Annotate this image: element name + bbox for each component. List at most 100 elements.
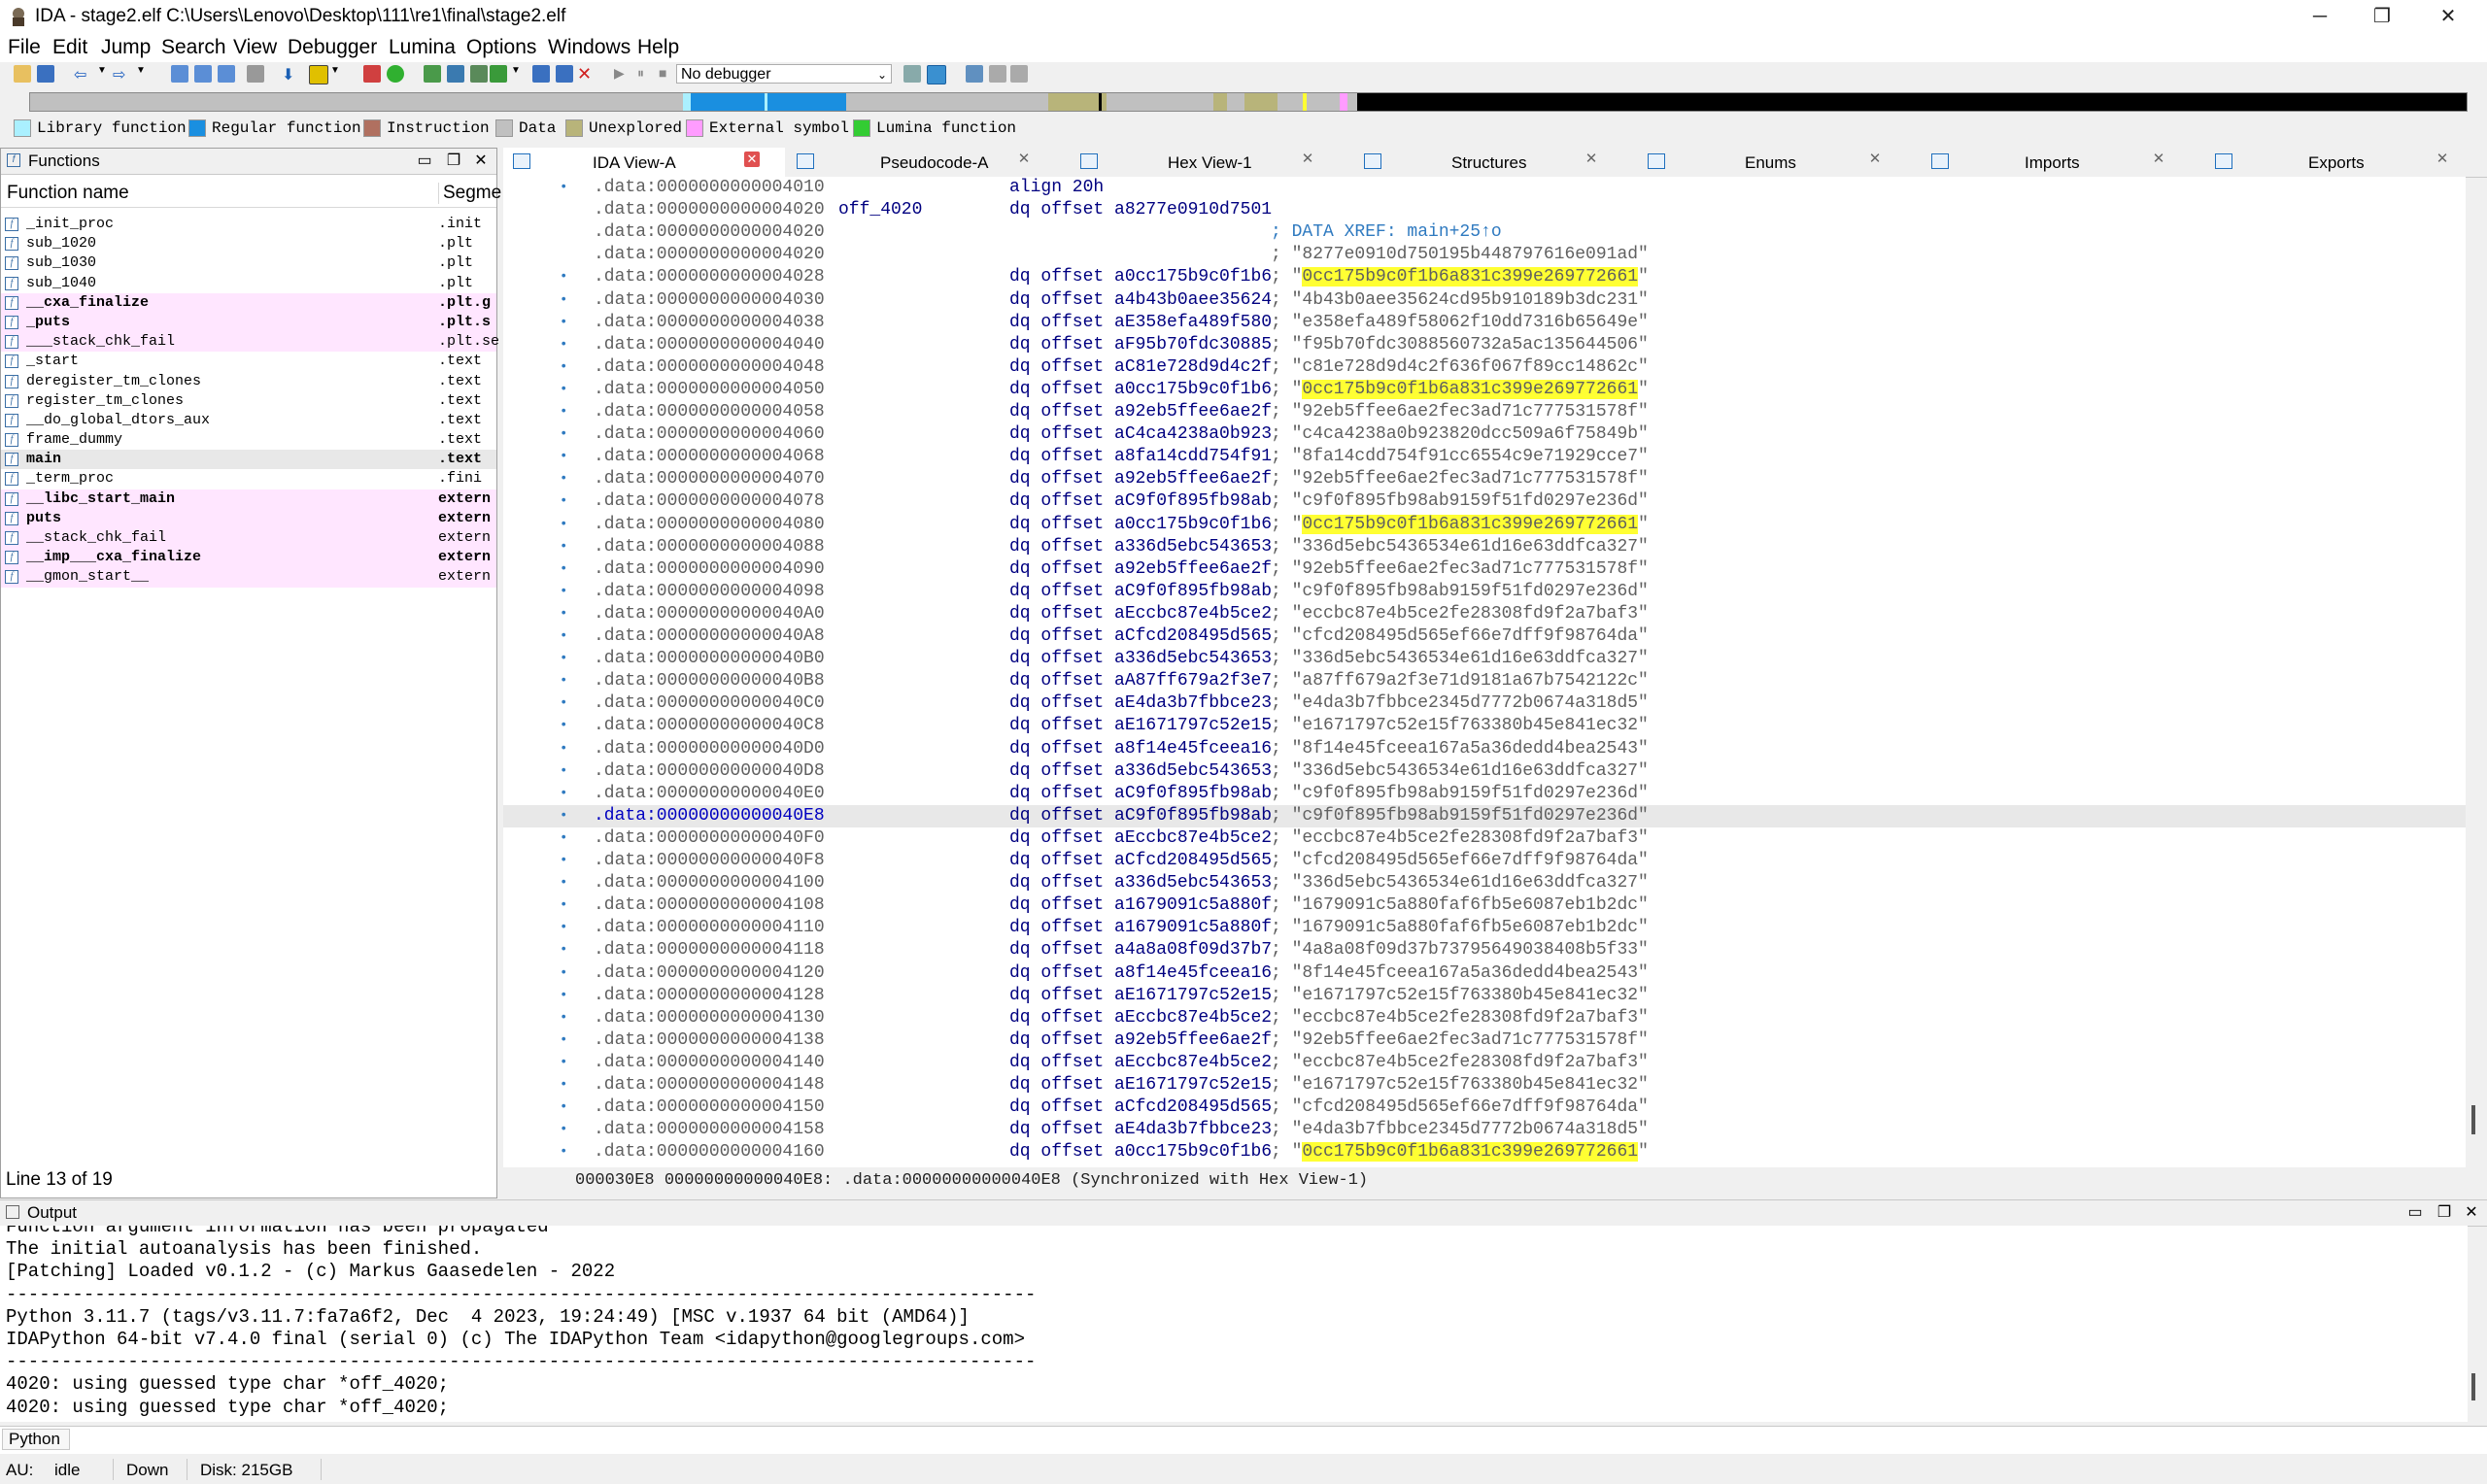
- disasm-line[interactable]: • .data:0000000000004088 dq offset a336d5e…: [503, 536, 2466, 558]
- disasm-instruction[interactable]: align 20h: [1009, 177, 1104, 199]
- disasm-line[interactable]: • .data:00000000000040C0 dq offset aE4da3b…: [503, 692, 2466, 715]
- strings-window-icon[interactable]: [470, 65, 488, 83]
- close-tab-icon[interactable]: ✕: [2151, 152, 2166, 167]
- disasm-instruction[interactable]: dq offset a0cc175b9c0f1b6: [1009, 514, 1272, 536]
- disasm-instruction[interactable]: dq offset a8277e0910d7501: [1009, 199, 1272, 221]
- output-scrollbar[interactable]: [2471, 1373, 2475, 1400]
- disasm-line[interactable]: • .data:0000000000004150 dq offset aCfcd20…: [503, 1096, 2466, 1119]
- function-row[interactable]: f _init_proc .init: [1, 215, 496, 234]
- disasm-line[interactable]: • .data:0000000000004040 dq offset aF95b70…: [503, 334, 2466, 356]
- disasm-line[interactable]: • .data:0000000000004068 dq offset a8fa14c…: [503, 446, 2466, 468]
- function-row[interactable]: f __do_global_dtors_aux .text: [1, 411, 496, 430]
- disasm-line[interactable]: • .data:00000000000040F8 dq offset aCfcd20…: [503, 850, 2466, 872]
- disasm-line[interactable]: • .data:00000000000040D0 dq offset a8f14e4…: [503, 738, 2466, 760]
- disasm-instruction[interactable]: dq offset a4a8a08f09d37b7: [1009, 939, 1272, 961]
- disasm-line[interactable]: .data:0000000000004020 ; DATA XREF: main+…: [503, 221, 2466, 244]
- disasm-line[interactable]: • .data:0000000000004138 dq offset a92eb5f…: [503, 1029, 2466, 1052]
- function-row[interactable]: f main .text: [1, 450, 496, 470]
- disasm-instruction[interactable]: dq offset aE1671797c52e15: [1009, 715, 1272, 737]
- module-list-icon[interactable]: [1010, 65, 1028, 83]
- disasm-instruction[interactable]: dq offset aE4da3b7fbbce23: [1009, 1119, 1272, 1141]
- tab-hex-view-1[interactable]: Hex View-1 ✕: [1071, 148, 1352, 177]
- float-output-icon[interactable]: ▭: [2405, 1202, 2425, 1222]
- cut-icon[interactable]: [218, 65, 235, 83]
- menu-help[interactable]: Help: [637, 36, 679, 59]
- disasm-instruction[interactable]: dq offset aEccbc87e4b5ce2: [1009, 1007, 1272, 1029]
- disasm-line[interactable]: • .data:0000000000004048 dq offset aC81e72…: [503, 356, 2466, 379]
- function-row[interactable]: f frame_dummy .text: [1, 430, 496, 450]
- disasm-line[interactable]: • .data:0000000000004090 dq offset a92eb5f…: [503, 558, 2466, 581]
- disasm-line[interactable]: • .data:0000000000004130 dq offset aEccbc8…: [503, 1007, 2466, 1029]
- menu-edit[interactable]: Edit: [52, 36, 87, 59]
- paste-icon[interactable]: [194, 65, 212, 83]
- disasm-instruction[interactable]: dq offset a92eb5ffee6ae2f: [1009, 558, 1272, 581]
- close-panel-icon[interactable]: ✕: [471, 151, 491, 170]
- disasm-line[interactable]: • .data:0000000000004160 dq offset a0cc175…: [503, 1141, 2466, 1164]
- disasm-instruction[interactable]: dq offset a0cc175b9c0f1b6: [1009, 1141, 1272, 1164]
- disasm-line[interactable]: • .data:0000000000004030 dq offset a4b43b0…: [503, 289, 2466, 312]
- add-icon[interactable]: [490, 65, 507, 83]
- close-window-button[interactable]: ✕: [2419, 2, 2477, 31]
- proximity-icon[interactable]: [387, 65, 404, 83]
- function-row[interactable]: f __libc_start_main extern: [1, 489, 496, 509]
- function-row[interactable]: f deregister_tm_clones .text: [1, 372, 496, 391]
- function-row[interactable]: f register_tm_clones .text: [1, 391, 496, 411]
- disasm-line[interactable]: • .data:0000000000004080 dq offset a0cc175…: [503, 514, 2466, 536]
- disasm-line[interactable]: • .data:00000000000040E8 dq offset aC9f0f8…: [503, 804, 2466, 827]
- disasm-instruction[interactable]: dq offset aC9f0f895fb98ab: [1009, 805, 1272, 827]
- menu-jump[interactable]: Jump: [101, 36, 151, 59]
- disasm-instruction[interactable]: dq offset a92eb5ffee6ae2f: [1009, 468, 1272, 490]
- restore-panel-icon[interactable]: ❐: [444, 151, 463, 170]
- add-dropdown-icon[interactable]: ▼: [511, 65, 528, 83]
- close-tab-icon[interactable]: ✕: [2435, 152, 2450, 167]
- forward-dropdown-icon[interactable]: ▼: [136, 65, 153, 83]
- close-tab-icon[interactable]: ✕: [1300, 152, 1315, 167]
- forward-icon[interactable]: ⇨: [113, 65, 130, 84]
- minimize-button[interactable]: ─: [2291, 2, 2349, 31]
- delete-icon[interactable]: ✕: [577, 65, 595, 83]
- disasm-line[interactable]: • .data:0000000000004140 dq offset aEccbc8…: [503, 1052, 2466, 1074]
- tab-imports[interactable]: Imports ✕: [1922, 148, 2203, 177]
- disasm-line[interactable]: • .data:0000000000004110 dq offset a167909…: [503, 917, 2466, 939]
- function-row[interactable]: f _puts .plt.s: [1, 312, 496, 333]
- float-panel-icon[interactable]: ▭: [415, 151, 434, 170]
- disasm-line[interactable]: • .data:0000000000004158 dq offset aE4da3b…: [503, 1119, 2466, 1141]
- disasm-line[interactable]: • .data:0000000000004118 dq offset a4a8a08…: [503, 939, 2466, 961]
- column-segment[interactable]: Segme: [438, 183, 501, 204]
- restore-output-icon[interactable]: ❐: [2435, 1202, 2454, 1222]
- disasm-line[interactable]: • .data:00000000000040B8 dq offset aA87ff6…: [503, 670, 2466, 692]
- disasm-instruction[interactable]: dq offset aC81e728d9d4c2f: [1009, 356, 1272, 379]
- disasm-instruction[interactable]: dq offset a336d5ebc543653: [1009, 760, 1272, 783]
- disasm-line[interactable]: • .data:0000000000004038 dq offset aE358ef…: [503, 312, 2466, 334]
- disasm-line[interactable]: .data:0000000000004020 ; "8277e0910d75019…: [503, 244, 2466, 266]
- jump-down-icon[interactable]: ⬇: [282, 65, 299, 84]
- disasm-instruction[interactable]: dq offset a8f14e45fceea16: [1009, 962, 1272, 985]
- disasm-instruction[interactable]: dq offset a336d5ebc543653: [1009, 872, 1272, 894]
- tab-exports[interactable]: Exports ✕: [2205, 148, 2487, 177]
- disasm-line[interactable]: • .data:00000000000040D8 dq offset a336d5e…: [503, 760, 2466, 783]
- back-icon[interactable]: ⇦: [74, 65, 91, 84]
- disasm-instruction[interactable]: dq offset a8f14e45fceea16: [1009, 738, 1272, 760]
- stop-debug-icon[interactable]: ■: [659, 65, 676, 83]
- disasm-line[interactable]: • .data:0000000000004120 dq offset a8f14e4…: [503, 962, 2466, 985]
- graph-icon[interactable]: [363, 65, 381, 83]
- disasm-instruction[interactable]: dq offset a336d5ebc543653: [1009, 536, 1272, 558]
- pause-debug-icon[interactable]: ⏸: [637, 65, 655, 83]
- debugger-select[interactable]: No debugger ⌄: [676, 64, 892, 84]
- disasm-instruction[interactable]: dq offset aEccbc87e4b5ce2: [1009, 827, 1272, 850]
- disasm-line[interactable]: • .data:0000000000004078 dq offset aC9f0f8…: [503, 490, 2466, 513]
- function-row[interactable]: f __gmon_start__ extern: [1, 567, 496, 588]
- text-search-icon[interactable]: [309, 65, 328, 84]
- menu-windows[interactable]: Windows: [548, 36, 630, 59]
- menu-debugger[interactable]: Debugger: [288, 36, 377, 59]
- menu-lumina[interactable]: Lumina: [389, 36, 456, 59]
- disasm-line[interactable]: • .data:0000000000004148 dq offset aE16717…: [503, 1074, 2466, 1096]
- disasm-line[interactable]: • .data:00000000000040A8 dq offset aCfcd20…: [503, 625, 2466, 648]
- close-output-icon[interactable]: ✕: [2462, 1202, 2481, 1222]
- disasm-line[interactable]: • .data:00000000000040F0 dq offset aEccbc8…: [503, 827, 2466, 850]
- menu-options[interactable]: Options: [466, 36, 536, 59]
- disasm-instruction[interactable]: dq offset aC9f0f895fb98ab: [1009, 581, 1272, 603]
- disasm-instruction[interactable]: dq offset a0cc175b9c0f1b6: [1009, 266, 1272, 288]
- disasm-line[interactable]: • .data:0000000000004060 dq offset aC4ca42…: [503, 423, 2466, 446]
- disasm-instruction[interactable]: dq offset aE1671797c52e15: [1009, 1074, 1272, 1096]
